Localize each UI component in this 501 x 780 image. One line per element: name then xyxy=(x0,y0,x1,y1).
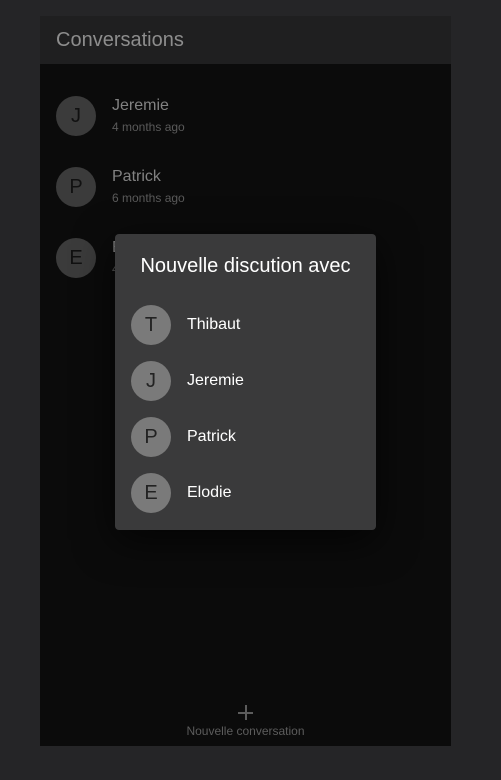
avatar: P xyxy=(56,167,96,207)
plus-icon xyxy=(238,705,253,720)
avatar: P xyxy=(131,417,171,457)
conversation-item-jeremie[interactable]: J Jeremie 4 months ago xyxy=(40,96,451,167)
conversation-time: 6 months ago xyxy=(112,191,185,205)
contact-name: Elodie xyxy=(187,484,232,501)
avatar: J xyxy=(56,96,96,136)
avatar: E xyxy=(131,473,171,513)
contact-item-thibaut[interactable]: T Thibaut xyxy=(115,297,376,353)
contact-item-elodie[interactable]: E Elodie xyxy=(115,465,376,521)
new-conversation-button[interactable]: Nouvelle conversation xyxy=(40,705,451,738)
conversation-name: Patrick xyxy=(112,168,161,185)
contact-name: Thibaut xyxy=(187,316,241,333)
avatar: T xyxy=(131,305,171,345)
avatar: J xyxy=(131,361,171,401)
contact-name: Patrick xyxy=(187,428,236,445)
contact-item-patrick[interactable]: P Patrick xyxy=(115,409,376,465)
page-title: Conversations xyxy=(56,28,184,51)
new-discussion-dialog: Nouvelle discution avec T Thibaut J Jere… xyxy=(115,234,376,530)
conversation-time: 4 months ago xyxy=(112,120,185,134)
contact-name: Jeremie xyxy=(187,372,244,389)
app-header: Conversations xyxy=(40,16,451,64)
conversation-name: Jeremie xyxy=(112,97,169,114)
new-conversation-label: Nouvelle conversation xyxy=(186,724,305,738)
conversation-item-patrick[interactable]: P Patrick 6 months ago xyxy=(40,167,451,238)
dialog-title: Nouvelle discution avec xyxy=(140,255,351,277)
contact-item-jeremie[interactable]: J Jeremie xyxy=(115,353,376,409)
avatar: E xyxy=(56,238,96,278)
